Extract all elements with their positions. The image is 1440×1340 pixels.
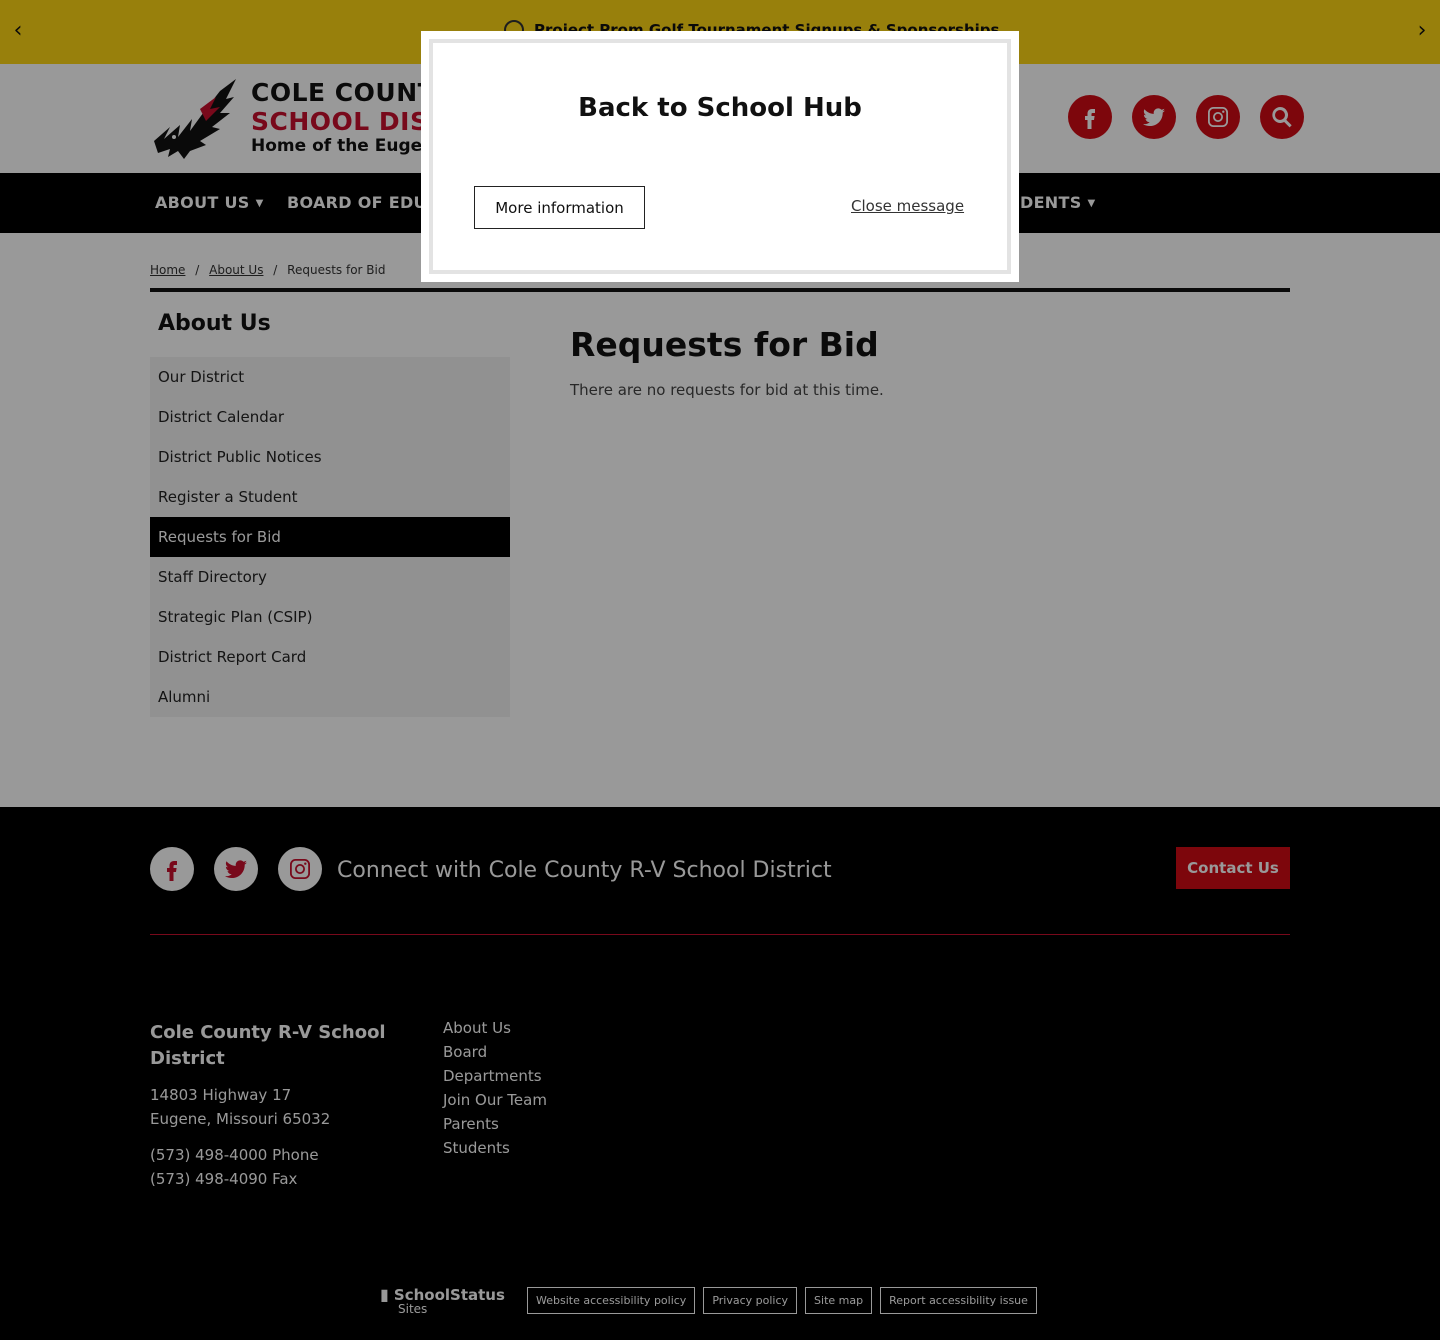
modal-title: Back to School Hub [578,93,862,123]
close-message-link[interactable]: Close message [851,197,964,215]
announcement-modal: Back to School Hub More information Clos… [421,31,1019,282]
modal-inner: Back to School Hub More information Clos… [429,39,1011,274]
more-information-button[interactable]: More information [474,186,645,229]
